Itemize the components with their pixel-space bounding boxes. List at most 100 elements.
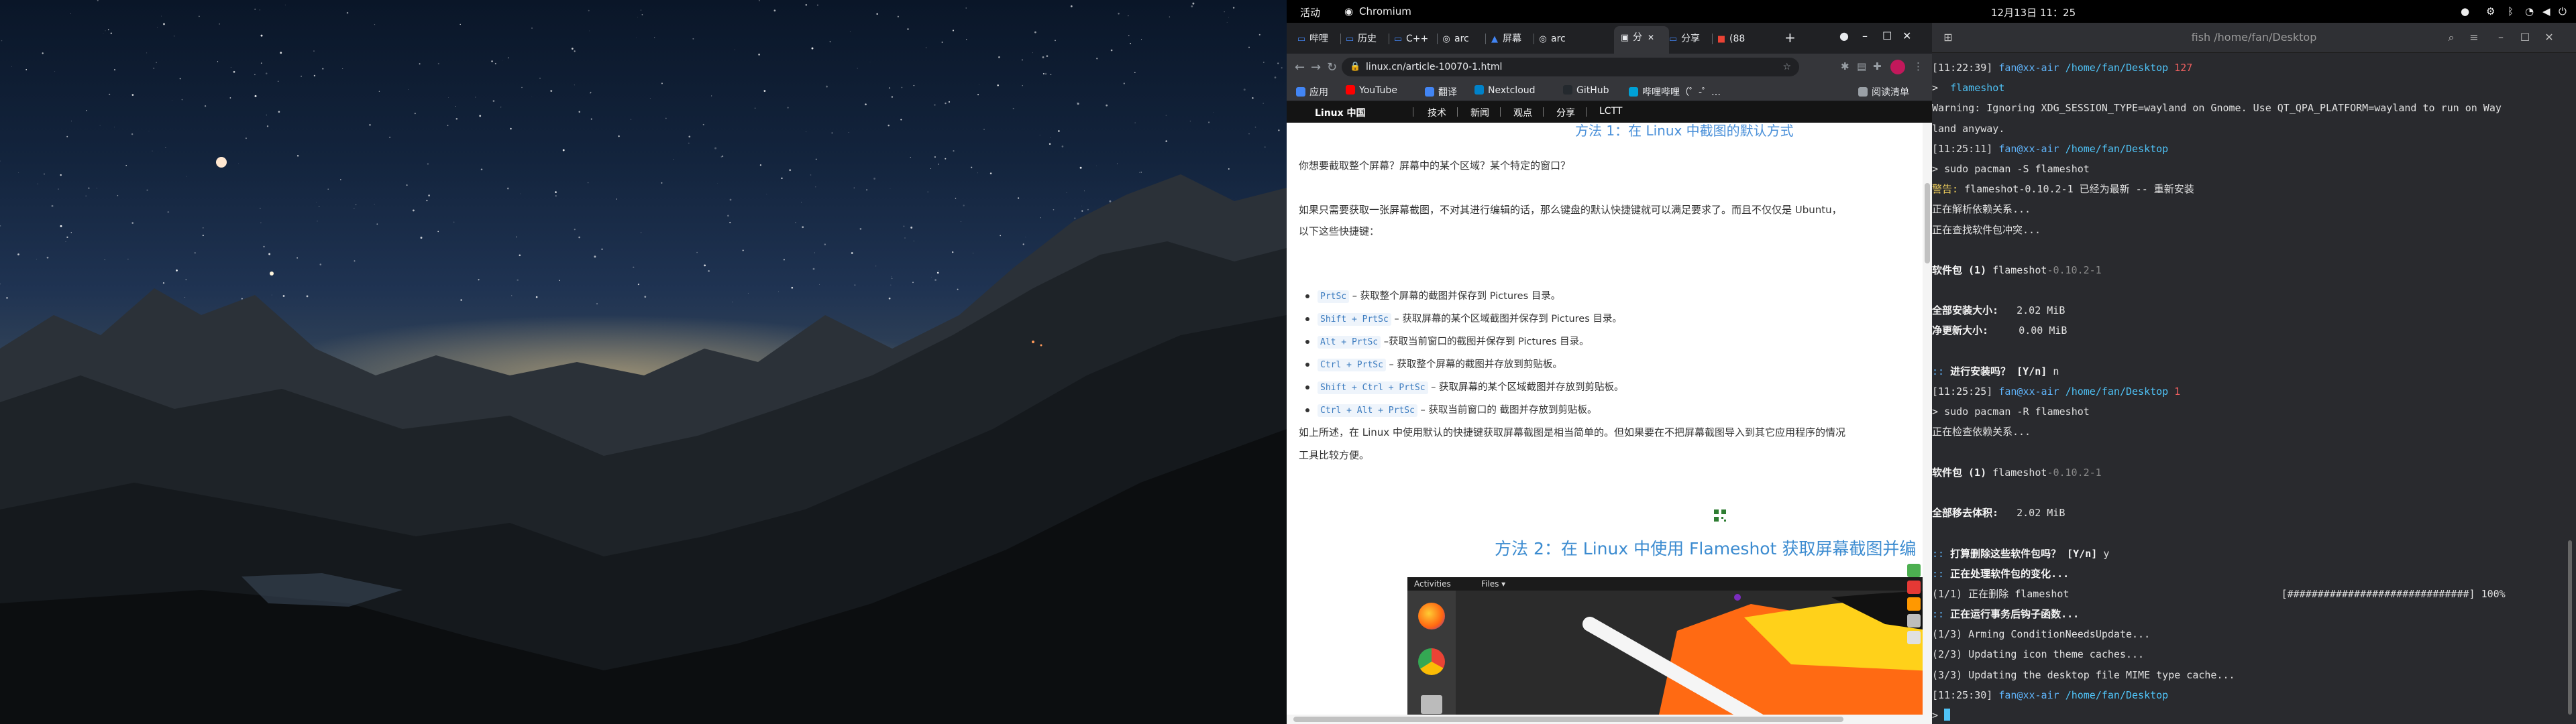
scroll-thumb[interactable] [1293, 717, 1843, 722]
bookmark-bilibili[interactable]: 哔哩哔哩（゜-゜… [1629, 85, 1721, 99]
bookmark-star-icon[interactable]: ☆ [1782, 58, 1791, 76]
tv-icon: ▭ [1297, 34, 1306, 44]
print-icon[interactable] [1907, 614, 1921, 627]
site-nav: Linux 中国 技术 新闻 观点 分享 LCTT [1287, 101, 1932, 123]
weibo-icon[interactable] [1907, 581, 1921, 594]
firefox-icon [1418, 603, 1445, 629]
wifi-icon[interactable]: ◔ [2525, 5, 2534, 17]
bluetooth-icon[interactable]: ᛒ [2508, 5, 2514, 17]
terminal-output[interactable]: [11:22:39] fan@xx-air /home/fan/Desktop … [1932, 58, 2566, 724]
terminal-line: 正在解析依赖关系... [1932, 199, 2566, 219]
tab-search-icon[interactable]: ● [1839, 29, 1849, 42]
maximize-icon[interactable]: ☐ [2517, 29, 2533, 46]
method2-heading: 方法 2：在 Linux 中使用 Flameshot 获取屏幕截图并编 [1495, 539, 1917, 558]
hamburger-menu-icon[interactable]: ≡ [2466, 29, 2482, 46]
terminal-text: [11:25:11] [1932, 142, 1999, 155]
wechat-icon[interactable] [1907, 564, 1921, 577]
bookmark-youtube[interactable]: YouTube [1346, 85, 1397, 96]
shortcut-key: Shift + PrtSc [1318, 313, 1391, 326]
nav-opinion[interactable]: 观点 [1513, 106, 1532, 119]
address-bar[interactable]: 🔒 linux.cn/article-10070-1.html ☆ [1342, 58, 1799, 76]
terminal-line: 正在检查依赖关系... [1932, 422, 2566, 442]
clock[interactable]: 12月13日 11：25 [1991, 5, 2076, 19]
terminal-text: land anyway. [1932, 122, 2005, 135]
tab-history[interactable]: ▭ 历史 [1344, 29, 1386, 49]
terminal-text: fan@xx-air [1998, 62, 2065, 74]
paragraph-3-line-2: 工具比较方便。 [1299, 449, 1370, 461]
terminal-text: /home/fan/Desktop [2065, 62, 2175, 74]
terminal-line: [11:22:39] fan@xx-air /home/fan/Desktop … [1932, 58, 2566, 78]
profile-avatar[interactable] [1890, 60, 1905, 74]
back-to-top-icon[interactable] [1907, 631, 1921, 644]
bookmark-apps[interactable]: 应用 [1296, 85, 1328, 99]
terminal-text: fan@xx-air [1998, 385, 2065, 398]
forward-icon[interactable]: → [1311, 60, 1321, 74]
settings-icon[interactable]: ⚙ [2486, 5, 2495, 17]
terminal-text: 1 [2174, 385, 2181, 398]
bookmarks-bar: 应用 YouTube 翻译 Nextcloud GitHub 哔哩哔哩（゜-゜…… [1287, 80, 1932, 101]
close-icon[interactable]: ✕ [2541, 29, 2557, 46]
nav-share[interactable]: 分享 [1556, 106, 1575, 119]
terminal-scrollbar[interactable] [2567, 58, 2573, 724]
volume-icon[interactable]: ◀ [2542, 5, 2551, 17]
reload-icon[interactable]: ↻ [1327, 60, 1337, 74]
minimize-icon[interactable]: – [1862, 29, 1868, 42]
tab-cpp[interactable]: ▭ C++ [1393, 29, 1434, 49]
terminal-text: -0.10.2-1 [2047, 466, 2102, 479]
vertical-scrollbar[interactable] [1923, 123, 1932, 724]
close-tab-icon[interactable]: ✕ [1648, 33, 1654, 42]
new-tab-button[interactable]: + [1784, 27, 1796, 48]
tab-bilibili[interactable]: ▭ 哔哩 [1296, 29, 1338, 49]
tab-arch-1[interactable]: ◎ arc [1441, 29, 1483, 49]
bookmark-nextcloud[interactable]: Nextcloud [1474, 85, 1536, 96]
terminal-line: > flameshot [1932, 78, 2566, 98]
terminal-text: (2/3) Updating icon theme caches... [1932, 648, 2145, 661]
list-item: Ctrl + PrtSc – 获取整个屏幕的截图并存放到剪贴板。 [1299, 353, 1916, 376]
site-logo[interactable]: Linux 中国 [1315, 106, 1366, 119]
terminal-line: :: 打算删除这些软件包吗？ [Y/n] y [1932, 544, 2566, 564]
url-text[interactable]: linux.cn/article-10070-1.html [1366, 58, 1502, 76]
minimize-icon[interactable]: – [2493, 29, 2509, 46]
bookmark-reading-list[interactable]: 阅读清单 [1858, 85, 1909, 99]
scroll-thumb[interactable] [1925, 183, 1930, 263]
terminal-text: 127 [2174, 62, 2193, 74]
nav-tech[interactable]: 技术 [1428, 106, 1446, 119]
favorite-icon[interactable] [1907, 597, 1921, 611]
terminal-text: [11:25:30] [1932, 688, 1999, 701]
close-window-icon[interactable]: ✕ [1902, 29, 1911, 42]
notification-icon[interactable]: ● [2461, 5, 2469, 17]
tab-screen[interactable]: ▲ 屏幕 [1489, 29, 1531, 49]
shortcut-key: Shift + Ctrl + PrtSc [1318, 381, 1428, 394]
maximize-icon[interactable]: ☐ [1882, 29, 1892, 42]
tab-share[interactable]: ▭ 分享 [1668, 29, 1709, 49]
horizontal-scrollbar[interactable] [1287, 715, 1923, 724]
scroll-thumb[interactable] [2568, 540, 2572, 715]
search-icon[interactable]: ⌕ [2443, 29, 2459, 46]
tab-88[interactable]: ■ (88 [1716, 29, 1758, 49]
bookmark-github[interactable]: GitHub [1563, 85, 1609, 96]
terminal-window: ⊞ fish /home/fan/Desktop ⌕ ≡ – ☐ ✕ [11:2… [1932, 23, 2576, 724]
terminal-text: 净更新大小: [1932, 324, 2019, 337]
app-menu[interactable]: Chromium [1359, 5, 1411, 17]
back-icon[interactable]: ← [1295, 60, 1305, 74]
menu-icon[interactable]: ⋮ [1913, 60, 1923, 72]
terminal-text: -0.10.2-1 [2047, 263, 2102, 276]
lock-icon: 🔒 [1350, 62, 1361, 72]
reading-list-icon [1858, 87, 1868, 97]
terminal-line: 正在查找软件包冲突... [1932, 220, 2566, 240]
power-icon[interactable]: ⏻ [2559, 5, 2567, 17]
activities-button[interactable]: 活动 [1300, 5, 1320, 19]
puzzle-icon[interactable]: ✚ [1873, 60, 1882, 72]
terminal-text: :: [1932, 567, 1951, 580]
shortcut-key: Ctrl + Alt + PrtSc [1318, 404, 1417, 417]
nav-news[interactable]: 新闻 [1470, 106, 1489, 119]
extension-icon[interactable]: ✱ [1841, 60, 1849, 72]
tab-active-share[interactable]: ▣ 分 ✕ [1614, 26, 1669, 54]
nav-lctt[interactable]: LCTT [1599, 106, 1622, 117]
cast-icon[interactable]: ▤ [1857, 60, 1866, 72]
terminal-text: 2.02 MiB [2017, 507, 2065, 520]
bookmark-translate[interactable]: 翻译 [1425, 85, 1457, 99]
tab-arch-2[interactable]: ◎ arc [1538, 29, 1579, 49]
